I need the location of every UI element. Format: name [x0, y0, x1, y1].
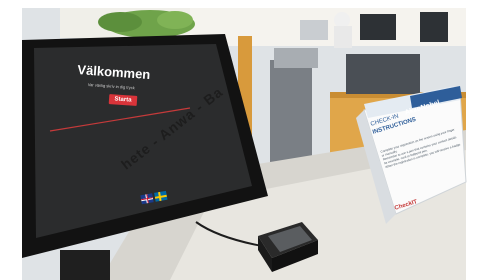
english-flag-icon[interactable]	[140, 193, 154, 205]
swedish-flag-icon[interactable]	[154, 190, 168, 202]
kiosk-start-button[interactable]: Starta	[108, 94, 138, 106]
photo-scene: Välkommen Var vänlig skriv in dig tryck …	[0, 0, 482, 280]
